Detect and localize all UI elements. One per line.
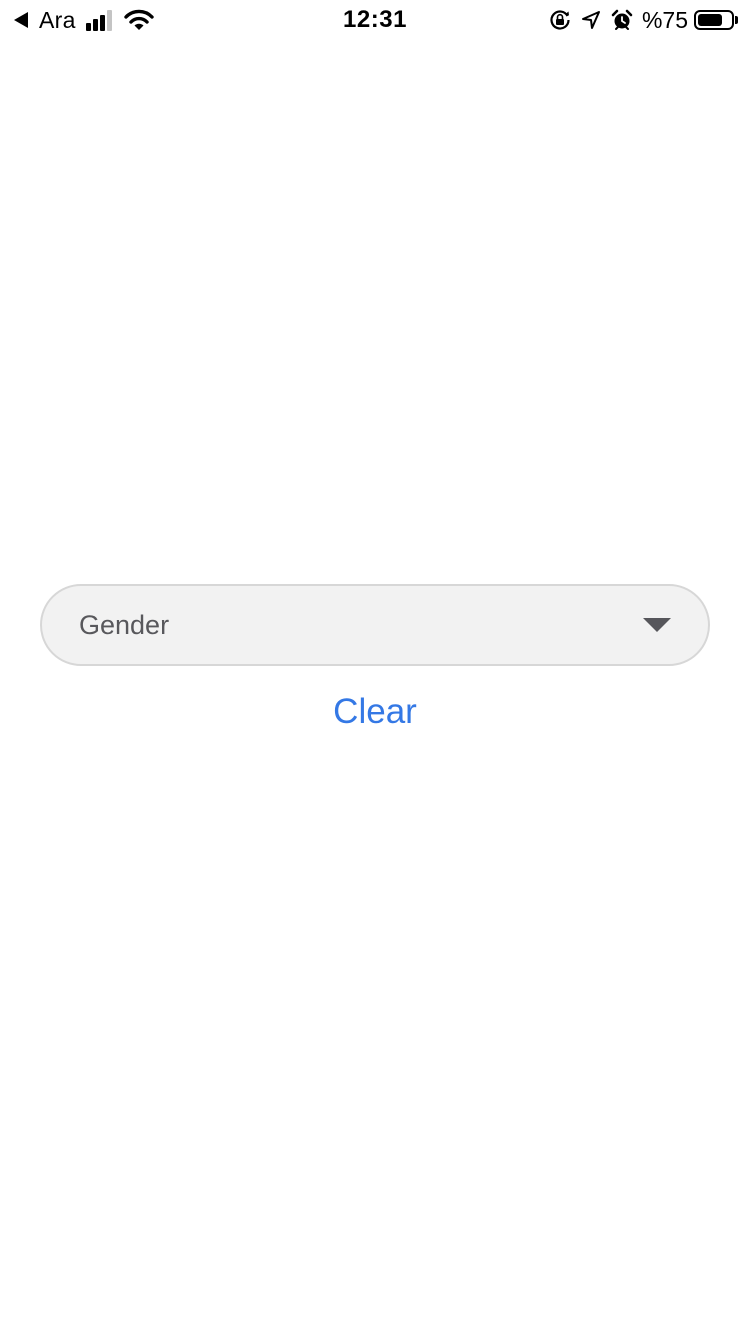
chevron-down-icon <box>643 618 671 632</box>
battery-icon <box>694 10 734 30</box>
status-bar: Ara 12:31 %75 <box>0 0 750 40</box>
clear-button[interactable]: Clear <box>0 688 750 736</box>
gender-select-placeholder: Gender <box>79 610 170 640</box>
battery-nub <box>735 16 738 24</box>
clear-button-label[interactable]: Clear <box>333 692 417 731</box>
alarm-icon <box>611 9 633 31</box>
battery-percentage: %75 <box>641 6 688 33</box>
orientation-lock-icon <box>549 9 571 31</box>
gender-select[interactable]: Gender <box>40 584 710 666</box>
status-bar-right: %75 <box>539 6 738 34</box>
location-arrow-icon <box>581 10 601 30</box>
battery-level <box>698 14 722 26</box>
